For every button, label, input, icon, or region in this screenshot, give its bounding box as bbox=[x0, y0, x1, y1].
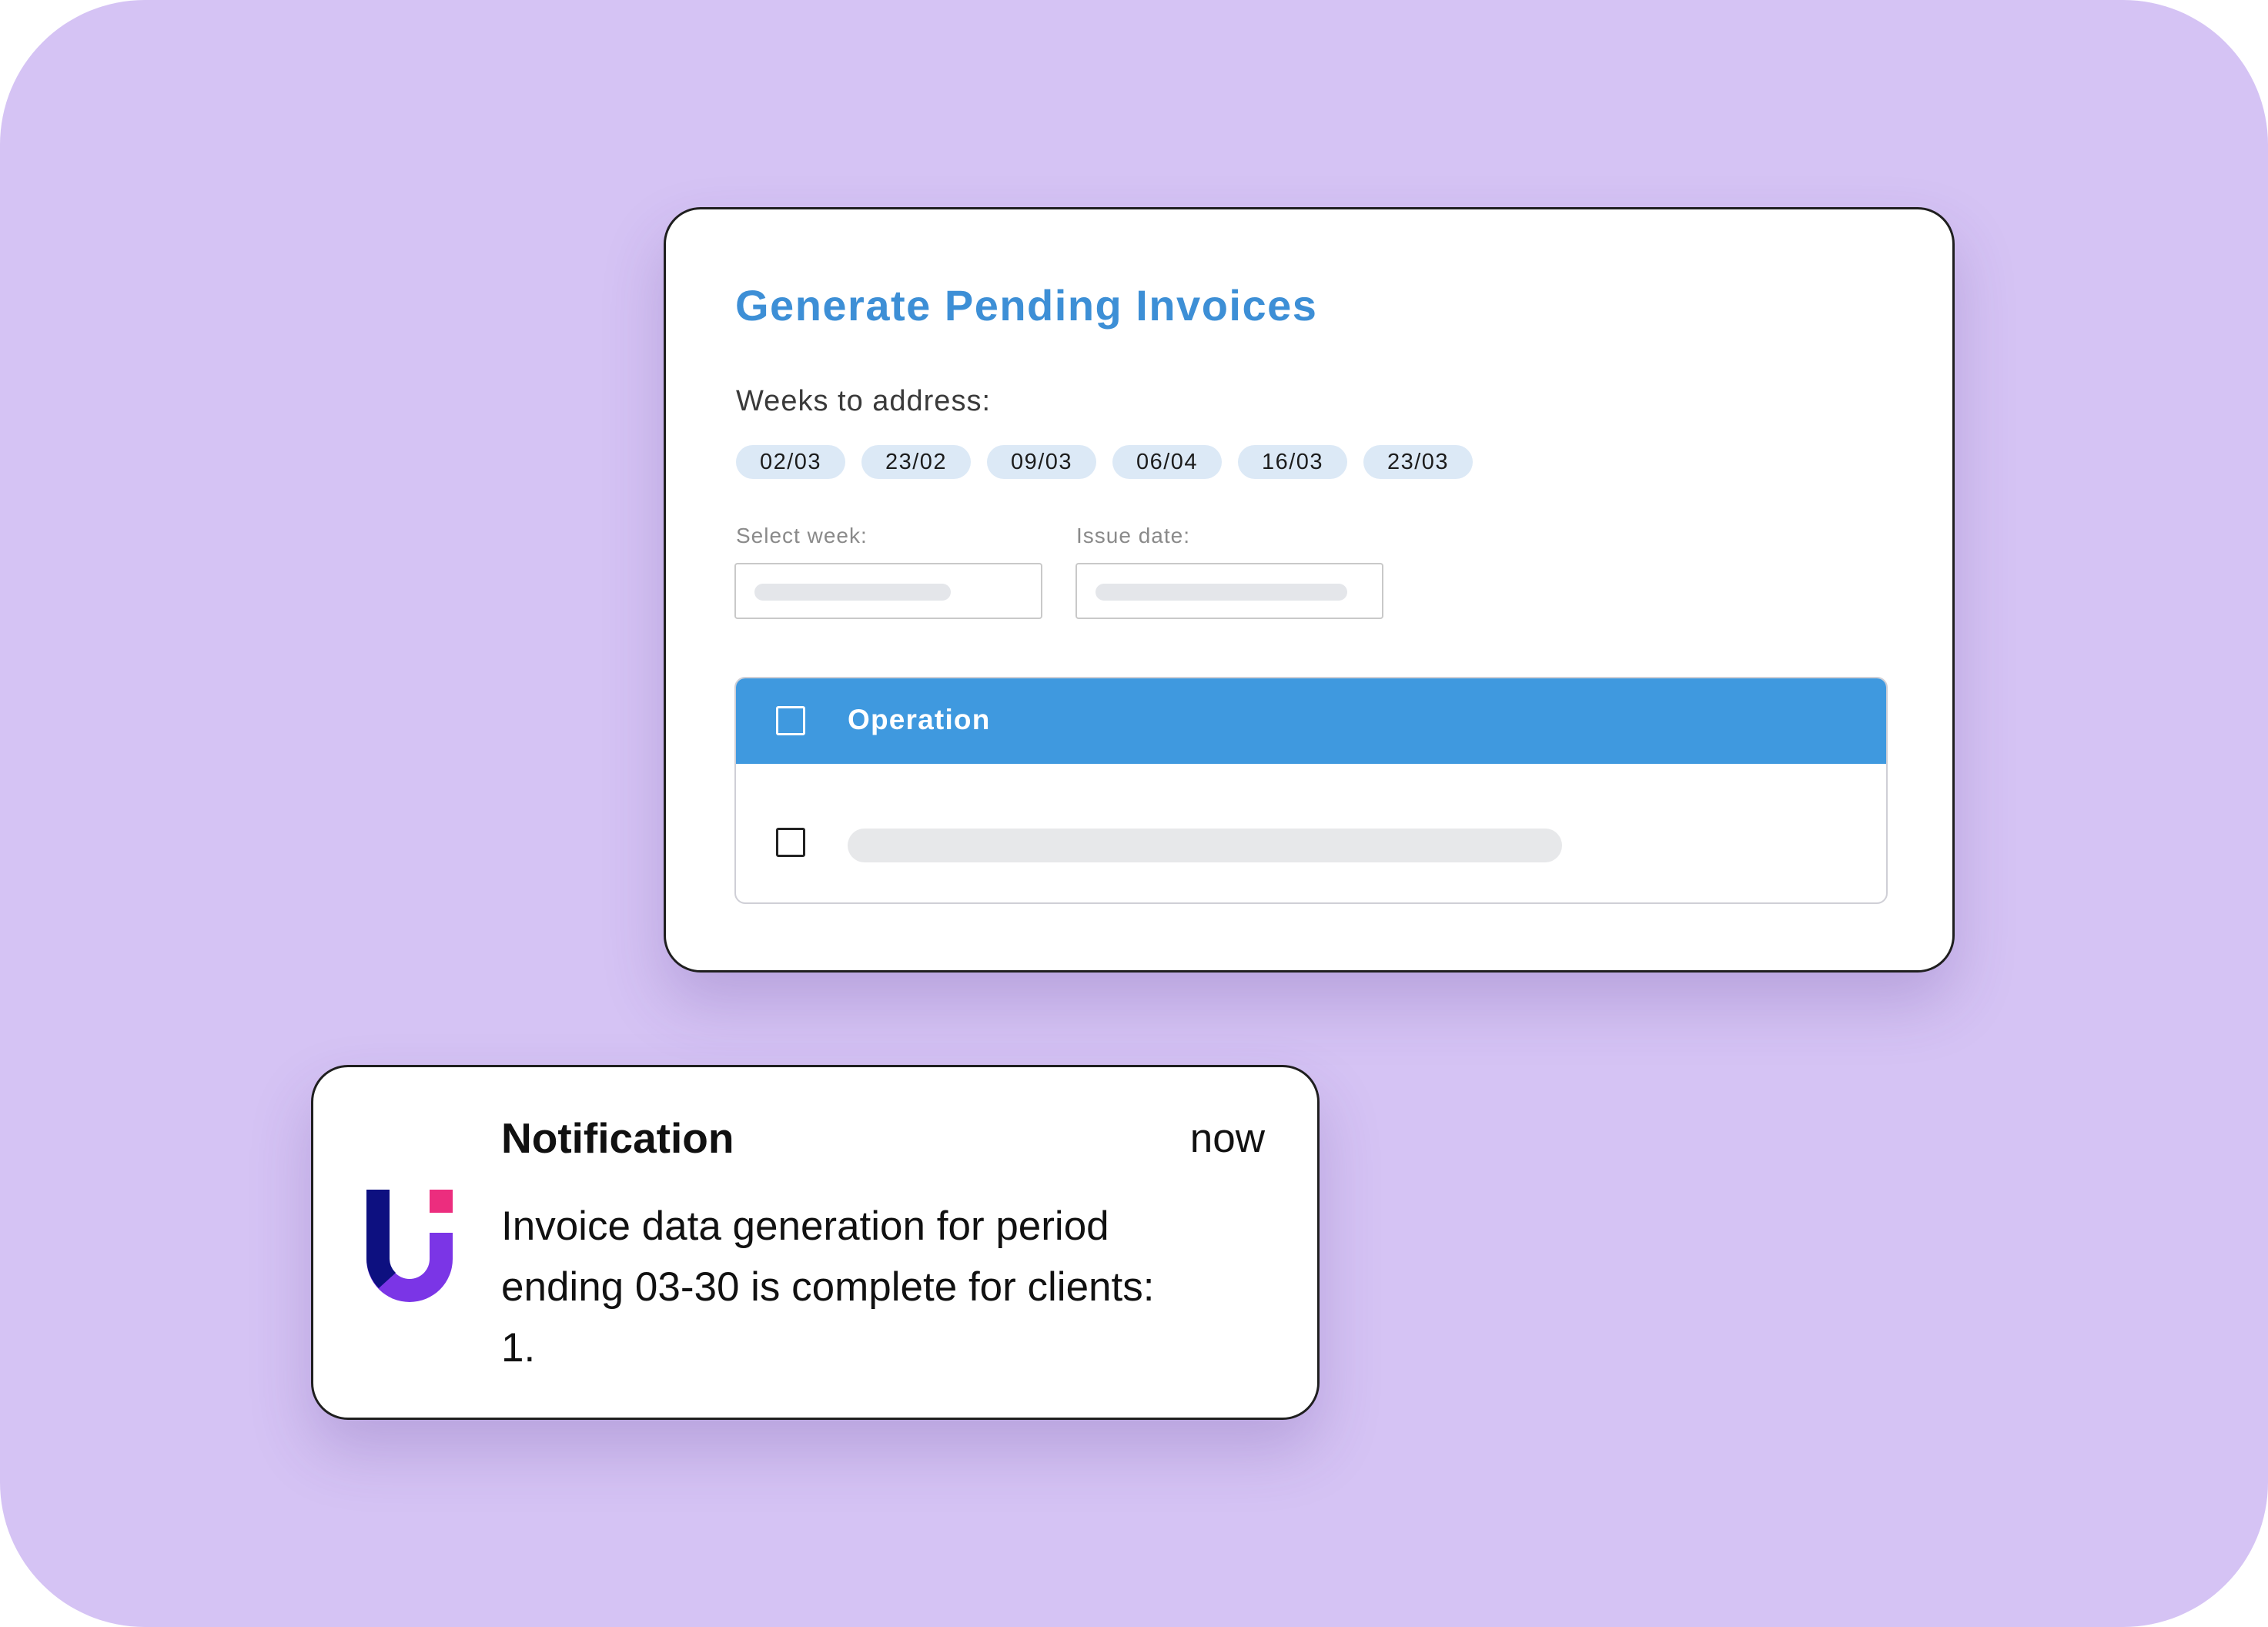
notification-title: Notification bbox=[501, 1114, 734, 1162]
week-chip[interactable]: 16/03 bbox=[1238, 445, 1347, 479]
background-canvas: Generate Pending Invoices Weeks to addre… bbox=[0, 0, 2268, 1627]
table-header: Operation bbox=[736, 678, 1886, 764]
week-chip[interactable]: 23/03 bbox=[1363, 445, 1473, 479]
operations-table: Operation bbox=[734, 677, 1888, 904]
issue-date-field[interactable] bbox=[1075, 563, 1383, 619]
u-logo-icon bbox=[366, 1190, 453, 1302]
row-checkbox[interactable] bbox=[776, 828, 805, 857]
select-week-label: Select week: bbox=[736, 524, 868, 547]
week-chip[interactable]: 23/02 bbox=[861, 445, 971, 479]
week-chip[interactable]: 09/03 bbox=[987, 445, 1096, 479]
panel-title: Generate Pending Invoices bbox=[735, 281, 1318, 330]
week-chips: 02/03 23/02 09/03 06/04 16/03 23/03 bbox=[736, 445, 1473, 479]
week-chip[interactable]: 02/03 bbox=[736, 445, 845, 479]
weeks-label: Weeks to address: bbox=[736, 385, 992, 417]
row-placeholder bbox=[848, 829, 1562, 862]
issue-date-placeholder bbox=[1096, 584, 1347, 601]
select-all-checkbox[interactable] bbox=[776, 706, 805, 735]
generate-invoices-panel: Generate Pending Invoices Weeks to addre… bbox=[664, 207, 1955, 973]
select-week-placeholder bbox=[754, 584, 951, 601]
week-chip[interactable]: 06/04 bbox=[1112, 445, 1222, 479]
notification-card[interactable]: Notification now Invoice data generation… bbox=[311, 1065, 1320, 1420]
select-week-field[interactable] bbox=[734, 563, 1042, 619]
issue-date-label: Issue date: bbox=[1076, 524, 1190, 547]
column-header-operation: Operation bbox=[848, 704, 991, 735]
notification-time: now bbox=[1189, 1116, 1265, 1161]
notification-message: Invoice data generation for period endin… bbox=[501, 1204, 1155, 1371]
